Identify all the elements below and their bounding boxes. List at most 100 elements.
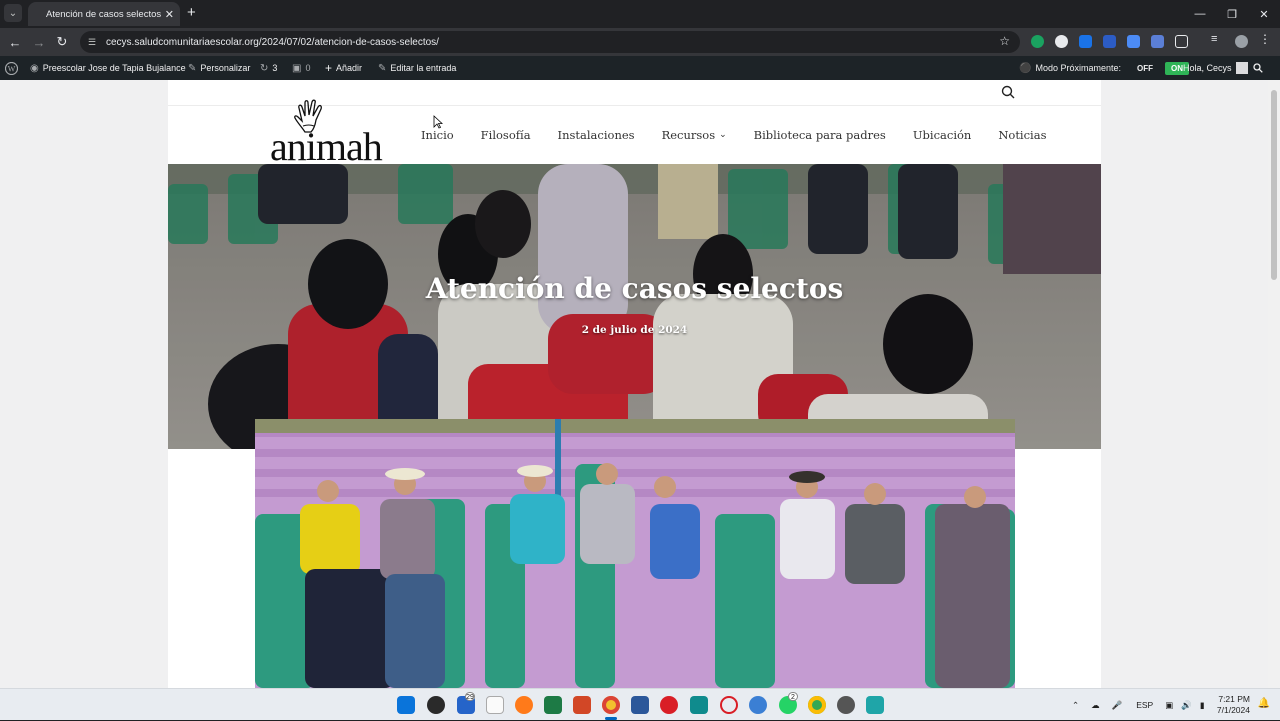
nav-item-noticias[interactable]: Noticias (998, 128, 1046, 142)
wp-site-name[interactable]: ◉ Preescolar Jose de Tapia Bujalance (30, 56, 186, 80)
wp-updates[interactable]: ↻ 3 (260, 56, 277, 80)
plus-icon: + (325, 61, 333, 75)
alien-app-icon[interactable] (427, 696, 445, 714)
nav-item-biblioteca[interactable]: Biblioteca para padres (754, 128, 886, 142)
site-logo[interactable]: animah (270, 99, 396, 169)
search-icon[interactable] (1001, 85, 1017, 101)
extension-icon[interactable] (1151, 35, 1164, 48)
translate-extension-icon[interactable] (1127, 35, 1140, 48)
back-icon[interactable]: ← (6, 33, 24, 51)
url-text[interactable]: cecys.saludcomunitariaescolar.org/2024/0… (106, 37, 439, 48)
wp-edit-post[interactable]: ✎ Editar la entrada (378, 56, 456, 80)
volume-icon[interactable]: 🔊 (1181, 700, 1192, 711)
close-window-icon[interactable]: ✕ (1248, 0, 1280, 28)
word-icon[interactable] (631, 696, 649, 714)
paintbrush-icon: ✎ (188, 62, 197, 74)
window-controls: — ❐ ✕ (1184, 0, 1280, 28)
minimize-icon[interactable]: — (1184, 0, 1216, 28)
battery-icon[interactable]: ▮ (1200, 700, 1205, 711)
wp-logo-icon[interactable]: W (5, 56, 18, 80)
nav-item-ubicacion[interactable]: Ubicación (913, 128, 971, 142)
post-photo (255, 419, 1015, 688)
wp-add-new[interactable]: + Añadir (325, 56, 362, 80)
powerpoint-icon[interactable] (573, 696, 591, 714)
address-bar[interactable]: ☰ cecys.saludcomunitariaescolar.org/2024… (80, 31, 1020, 53)
cloud-icon[interactable]: ☁ (1091, 700, 1100, 711)
notification-bell-icon[interactable]: 🔔 (1258, 698, 1270, 709)
close-tab-icon[interactable]: ✕ (165, 8, 174, 21)
chevron-down-icon: ⌄ (719, 130, 727, 140)
comments-count: 0 (305, 63, 311, 73)
browser-tab-active[interactable]: Atención de casos selectos – Pr ✕ (28, 2, 180, 26)
opera-icon[interactable] (660, 696, 678, 714)
grammarly-extension-icon[interactable] (1031, 35, 1044, 48)
nav-item-recursos-label: Recursos (661, 128, 716, 142)
start-menu-icon[interactable] (397, 696, 415, 714)
wp-comments[interactable]: ▣ 0 (292, 56, 310, 80)
reading-list-icon[interactable]: ≡ (1211, 33, 1224, 46)
windows-taskbar: 29 2 ⌃ ☁ 🎤 ESP ▣ 🔊 ▮ 7:21 PM 7/1/2024 🔔 (0, 688, 1280, 720)
nav-item-recursos[interactable]: Recursos ⌄ (662, 128, 727, 142)
scrollbar-thumb[interactable] (1271, 90, 1277, 280)
page-scrollbar[interactable] (1268, 80, 1280, 688)
teams-badge: 29 (465, 692, 475, 701)
site-header: animah Inicio Filosofía Instalaciones Re… (168, 99, 1101, 169)
chrome-icon[interactable] (602, 696, 620, 714)
forward-icon[interactable]: → (30, 33, 48, 51)
browser-tab-strip: ⌄ Atención de casos selectos – Pr ✕ + — … (0, 0, 1280, 28)
clock-time: 7:21 PM (1218, 694, 1250, 704)
firefox-icon[interactable] (515, 696, 533, 714)
globe-app-icon[interactable] (749, 696, 767, 714)
coming-soon-label: Modo Próximamente: (1035, 63, 1121, 73)
restore-icon[interactable]: ❐ (1216, 0, 1248, 28)
settings-gear-icon[interactable] (837, 696, 855, 714)
reload-icon[interactable]: ↻ (53, 33, 71, 51)
profile-avatar[interactable] (1235, 35, 1248, 48)
nav-item-inicio[interactable]: Inicio (421, 128, 454, 142)
avatar (1235, 62, 1248, 74)
dashboard-icon: ◉ (30, 62, 39, 74)
language-indicator[interactable]: ESP (1136, 700, 1153, 710)
clock-date: 7/1/2024 (1216, 705, 1250, 715)
new-tab-icon[interactable]: + (187, 5, 196, 21)
bell-icon: ⚫ (1019, 62, 1032, 74)
wp-search-icon[interactable] (1253, 56, 1263, 80)
nav-item-filosofia[interactable]: Filosofía (481, 128, 531, 142)
taskbar-clock[interactable]: 7:21 PM 7/1/2024 (1217, 694, 1250, 716)
mouse-cursor-icon (433, 115, 443, 129)
excel-icon[interactable] (544, 696, 562, 714)
whatsapp-badge: 2 (788, 692, 798, 701)
site-name-label: Preescolar Jose de Tapia Bujalance (42, 63, 186, 73)
opera-gx-icon[interactable] (720, 696, 738, 714)
coming-soon-mode: ⚫ Modo Próximamente: OFF ON (1019, 56, 1189, 80)
nav-item-instalaciones[interactable]: Instalaciones (558, 128, 635, 142)
system-tray: ⌃ ☁ 🎤 ESP ▣ 🔊 ▮ (1072, 689, 1205, 721)
tab-search-icon[interactable]: ⌄ (4, 4, 22, 22)
wp-customize[interactable]: ✎ Personalizar (188, 56, 250, 80)
hero-photo (168, 164, 1101, 449)
display-icon[interactable]: ▣ (1165, 700, 1173, 711)
vpn-extension-icon[interactable] (1103, 35, 1116, 48)
chrome-menu-icon[interactable]: ⋮ (1259, 32, 1272, 46)
comment-icon: ▣ (292, 62, 302, 74)
notepad-icon[interactable] (486, 696, 504, 714)
wp-my-account[interactable]: Hola, Cecys (1183, 56, 1248, 80)
page-viewport: animah Inicio Filosofía Instalaciones Re… (0, 80, 1280, 688)
chevron-up-icon[interactable]: ⌃ (1072, 700, 1079, 711)
customize-label: Personalizar (200, 63, 251, 73)
post-title: Atención de casos selectos (425, 272, 844, 305)
search-app-icon[interactable] (690, 696, 708, 714)
chrome-profile-icon[interactable] (808, 696, 826, 714)
main-navigation: Inicio Filosofía Instalaciones Recursos … (421, 106, 1074, 164)
greeting-label: Hola, Cecys (1183, 63, 1232, 73)
site-page: animah Inicio Filosofía Instalaciones Re… (168, 80, 1101, 688)
download-extension-icon[interactable] (1079, 35, 1092, 48)
toggle-off-button[interactable]: OFF (1137, 64, 1153, 73)
extensions-puzzle-icon[interactable] (1175, 35, 1188, 48)
notes-app-icon[interactable] (866, 696, 884, 714)
bookmark-star-icon[interactable]: ☆ (999, 34, 1010, 48)
site-info-icon[interactable]: ☰ (88, 37, 102, 48)
post-content-image (255, 419, 1015, 688)
microphone-icon[interactable]: 🎤 (1112, 700, 1123, 711)
extension-icon[interactable] (1055, 35, 1068, 48)
